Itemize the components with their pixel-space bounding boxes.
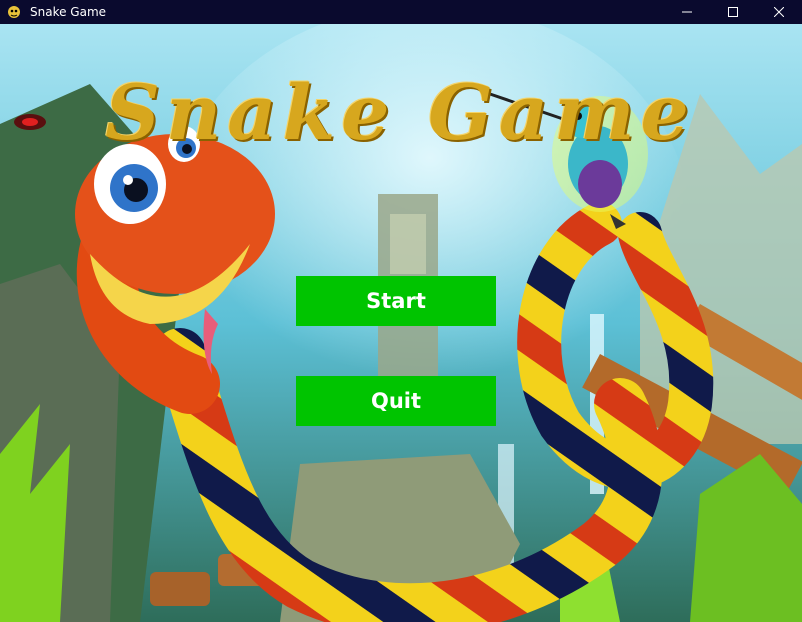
- start-button[interactable]: Start: [296, 276, 496, 326]
- snake-app-icon: [8, 6, 20, 18]
- close-icon: [774, 7, 784, 17]
- game-title: Snake Game: [105, 68, 695, 157]
- maximize-icon: [728, 7, 738, 17]
- close-button[interactable]: [756, 0, 802, 24]
- title-bar[interactable]: Snake Game: [0, 0, 802, 24]
- game-canvas[interactable]: Snake Game Start Quit: [0, 24, 802, 622]
- minimize-button[interactable]: [664, 0, 710, 24]
- window-title: Snake Game: [30, 5, 107, 19]
- game-window: Snake Game Snake Game Start Quit: [0, 0, 802, 622]
- quit-button[interactable]: Quit: [296, 376, 496, 426]
- maximize-button[interactable]: [710, 0, 756, 24]
- minimize-icon: [682, 11, 692, 13]
